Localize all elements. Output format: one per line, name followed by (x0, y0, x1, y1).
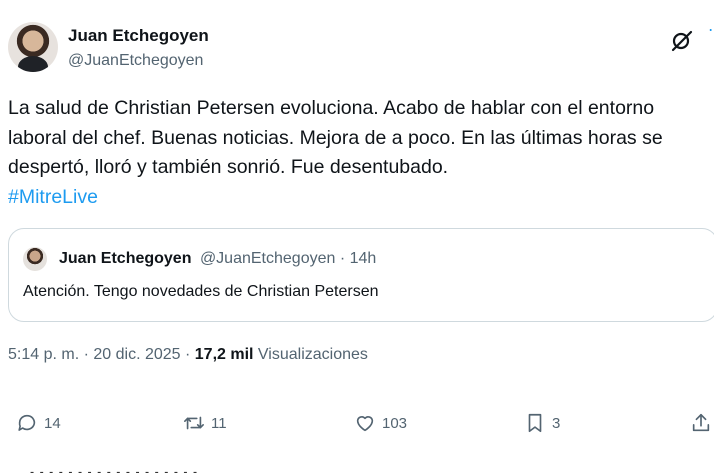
hashtag-link[interactable]: #MitreLive (8, 183, 688, 213)
cropped-footer-glyphs: ▪ ▪ ▪ ▪ ▪ ▪ ▪ ▪ ▪ ▪ ▪ ▪ ▪ ▪ ▪ ▪ ▪ ▪ (30, 466, 199, 473)
share-icon (692, 413, 710, 432)
tweet-meta: 5:14 p. m. · 20 dic. 2025 · 17,2 mil Vis… (8, 346, 368, 364)
bookmark-count: 3 (552, 414, 561, 432)
reply-icon (18, 414, 36, 431)
like-button[interactable]: 103 (354, 406, 407, 440)
more-icon[interactable]: ⋯ (708, 20, 714, 50)
views-label: Visualizaciones (253, 346, 368, 363)
author-name[interactable]: Juan Etchegoyen (68, 26, 209, 46)
bookmark-button[interactable]: 3 (524, 406, 560, 440)
like-count: 103 (382, 414, 408, 432)
avatar[interactable] (8, 22, 58, 72)
quote-text: Atención. Tengo novedades de Christian P… (23, 283, 379, 300)
action-bar: 14 11 103 3 (0, 406, 714, 440)
cropped-footer-text: ▪ ▪ ▪ ▪ ▪ ▪ ▪ ▪ ▪ ▪ ▪ ▪ ▪ ▪ ▪ ▪ ▪ ▪ (30, 462, 360, 473)
grok-icon[interactable] (670, 28, 694, 52)
retweet-button[interactable]: 11 (183, 406, 227, 440)
quote-author-name[interactable]: Juan Etchegoyen (59, 250, 191, 267)
tweet-body: La salud de Christian Petersen evolucion… (8, 97, 663, 178)
retweet-icon (184, 416, 204, 430)
bookmark-icon (528, 413, 542, 433)
tweet-header: Juan Etchegoyen @JuanEtchegoyen ⋯ (8, 20, 714, 80)
tweet-text: La salud de Christian Petersen evolucion… (8, 94, 688, 212)
share-button[interactable] (690, 406, 712, 440)
heart-icon (356, 416, 374, 432)
reply-button[interactable]: 14 (16, 406, 61, 440)
quote-avatar[interactable] (23, 247, 47, 271)
retweet-count: 11 (211, 414, 227, 432)
quoted-tweet[interactable]: Juan Etchegoyen @JuanEtchegoyen · 14h At… (8, 228, 714, 322)
timestamp[interactable]: 5:14 p. m. · 20 dic. 2025 · (8, 346, 195, 363)
reply-count: 14 (44, 414, 61, 432)
views-count: 17,2 mil (194, 346, 254, 363)
quote-header: Juan Etchegoyen @JuanEtchegoyen · 14h (59, 250, 376, 268)
quote-meta: @JuanEtchegoyen · 14h (199, 250, 377, 267)
author-handle[interactable]: @JuanEtchegoyen (68, 52, 203, 70)
